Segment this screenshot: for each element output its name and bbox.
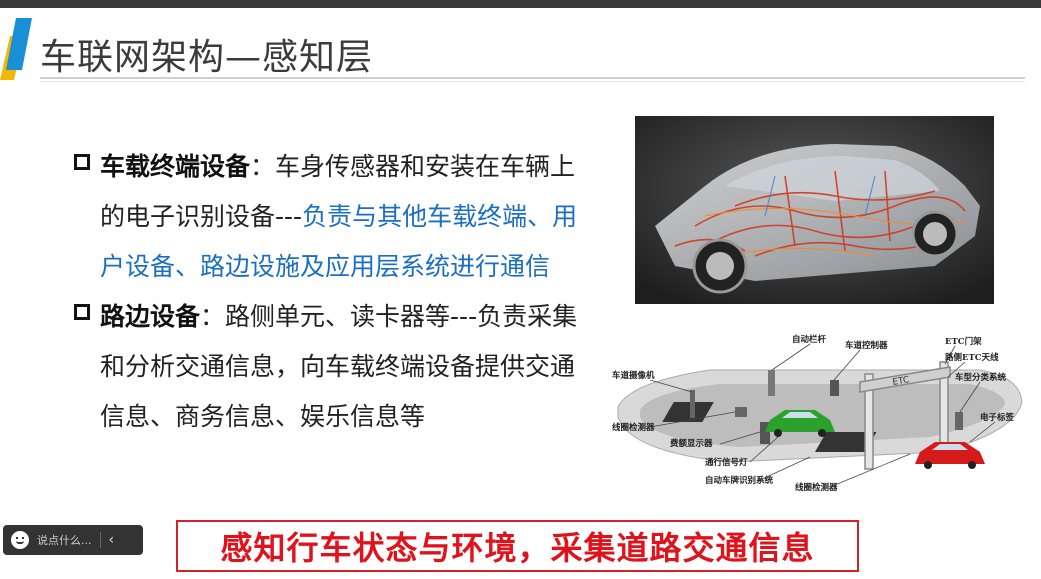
bullet-heading: 路边设备 bbox=[100, 302, 201, 331]
diagram-label: 线圈检测器 bbox=[612, 422, 655, 433]
comment-bar[interactable]: 说点什么... ‹ bbox=[3, 525, 143, 555]
title-divider-thin bbox=[40, 81, 1025, 82]
bullet-text: 路边设备：路侧单元、读卡器等---负责采集和分析交通信息，向车载终端设备提供交通… bbox=[100, 292, 578, 442]
emoji-icon[interactable] bbox=[11, 531, 29, 549]
bullet-list: 车载终端设备：车身传感器和安装在车辆上的电子识别设备---负责与其他车载终端、用… bbox=[74, 142, 594, 442]
bullet-sep: ： bbox=[200, 302, 226, 331]
bullet-sep: ： bbox=[250, 152, 276, 181]
diagram-label: 电子标签 bbox=[980, 412, 1015, 423]
title-accent-bar bbox=[0, 18, 32, 80]
bullet-heading: 车载终端设备 bbox=[100, 152, 251, 181]
bullet-vehicle-terminal: 车载终端设备：车身传感器和安装在车辆上的电子识别设备---负责与其他车载终端、用… bbox=[74, 142, 594, 292]
chevron-left-icon[interactable]: ‹ bbox=[109, 532, 115, 548]
diagram-label: 路侧ETC天线 bbox=[945, 352, 999, 363]
comment-input-placeholder[interactable]: 说点什么... bbox=[37, 532, 92, 548]
page-title: 车联网架构—感知层 bbox=[40, 37, 374, 78]
square-bullet-icon bbox=[74, 304, 90, 320]
comment-divider bbox=[99, 532, 101, 548]
top-bar bbox=[0, 0, 1041, 8]
bullet-roadside-device: 路边设备：路侧单元、读卡器等---负责采集和分析交通信息，向车载终端设备提供交通… bbox=[74, 292, 594, 442]
bullet-text: 车载终端设备：车身传感器和安装在车辆上的电子识别设备---负责与其他车载终端、用… bbox=[100, 142, 578, 292]
diagram-label: 线圈检测器 bbox=[795, 482, 838, 493]
diagram-label: 自动栏杆 bbox=[792, 334, 827, 345]
diagram-label: 车道摄像机 bbox=[612, 370, 655, 381]
diagram-label: 费额显示器 bbox=[670, 438, 713, 449]
square-bullet-icon bbox=[74, 154, 90, 170]
vehicle-wiring-image bbox=[635, 116, 994, 304]
diagram-label: 通行信号灯 bbox=[705, 457, 748, 468]
diagram-label: 车道控制器 bbox=[845, 340, 888, 351]
etc-roadside-diagram: ETC 自动栏杆 车道控制器 ETC门架 路侧ETC天线 车道摄像机 车型分类系… bbox=[610, 322, 1030, 502]
summary-banner: 感知行车状态与环境，采集道路交通信息 bbox=[176, 520, 859, 572]
diagram-label: ETC门架 bbox=[945, 336, 982, 347]
diagram-label: 自动车牌识别系统 bbox=[705, 475, 774, 486]
title-divider bbox=[40, 77, 1025, 79]
summary-banner-text: 感知行车状态与环境，采集道路交通信息 bbox=[220, 529, 815, 567]
diagram-label: 车型分类系统 bbox=[955, 372, 1007, 383]
